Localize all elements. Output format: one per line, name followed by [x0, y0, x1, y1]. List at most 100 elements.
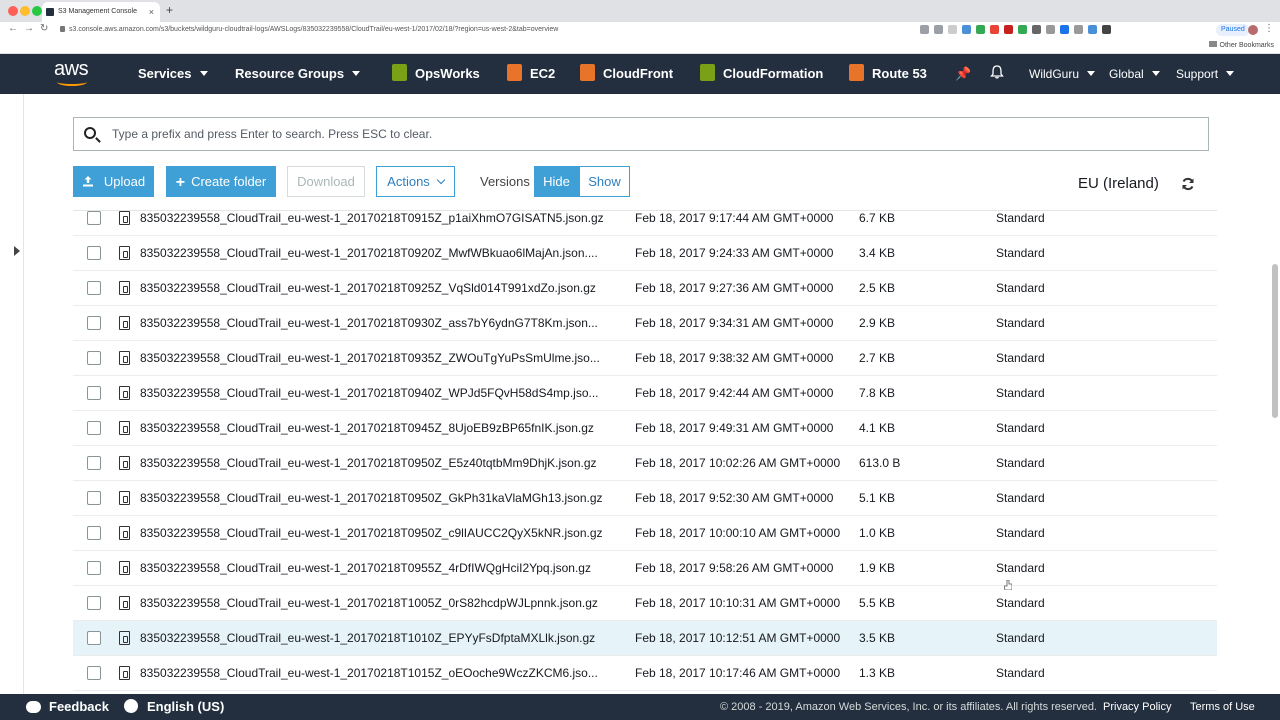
- object-row[interactable]: 835032239558_CloudTrail_eu-west-1_201702…: [73, 211, 1217, 236]
- row-checkbox[interactable]: [87, 666, 101, 680]
- new-tab-button[interactable]: +: [166, 3, 173, 17]
- object-row[interactable]: 835032239558_CloudTrail_eu-west-1_201702…: [73, 516, 1217, 551]
- actions-dropdown[interactable]: Actions: [376, 166, 455, 197]
- resource-groups-menu[interactable]: Resource Groups: [235, 54, 361, 94]
- object-row[interactable]: 835032239558_CloudTrail_eu-west-1_201702…: [73, 271, 1217, 306]
- minimize-window-button[interactable]: [20, 6, 30, 16]
- row-checkbox[interactable]: [87, 491, 101, 505]
- row-checkbox[interactable]: [87, 596, 101, 610]
- row-checkbox[interactable]: [87, 211, 101, 225]
- row-checkbox[interactable]: [87, 316, 101, 330]
- row-checkbox[interactable]: [87, 351, 101, 365]
- object-row[interactable]: 835032239558_CloudTrail_eu-west-1_201702…: [73, 481, 1217, 516]
- url-field[interactable]: s3.console.aws.amazon.com/s3/buckets/wil…: [60, 22, 558, 38]
- prefix-search-box[interactable]: [73, 117, 1209, 151]
- back-arrow-icon[interactable]: ←: [8, 23, 18, 34]
- shortcut-cloudfront[interactable]: CloudFront: [580, 54, 673, 94]
- object-row[interactable]: 835032239558_CloudTrail_eu-west-1_201702…: [73, 306, 1217, 341]
- extension-icon[interactable]: [1018, 25, 1027, 34]
- feedback-button[interactable]: Feedback: [26, 694, 109, 720]
- object-name-link[interactable]: 835032239558_CloudTrail_eu-west-1_201702…: [140, 656, 618, 691]
- close-window-button[interactable]: [8, 6, 18, 16]
- expand-panel-icon[interactable]: [14, 246, 20, 256]
- row-checkbox[interactable]: [87, 631, 101, 645]
- star-icon[interactable]: [934, 25, 943, 34]
- create-folder-button[interactable]: + Create folder: [166, 166, 276, 197]
- object-name-link[interactable]: 835032239558_CloudTrail_eu-west-1_201702…: [140, 516, 618, 551]
- extension-icon[interactable]: [1046, 25, 1055, 34]
- object-name-link[interactable]: 835032239558_CloudTrail_eu-west-1_201702…: [140, 211, 618, 236]
- shortcut-cloudformation[interactable]: CloudFormation: [700, 54, 823, 94]
- maximize-window-button[interactable]: [32, 6, 42, 16]
- extension-icon[interactable]: [976, 25, 985, 34]
- object-row[interactable]: 835032239558_CloudTrail_eu-west-1_201702…: [73, 621, 1217, 656]
- upload-button[interactable]: Upload: [73, 166, 154, 197]
- region-menu[interactable]: Global: [1109, 54, 1160, 94]
- browser-tab[interactable]: S3 Management Console ×: [42, 2, 160, 22]
- aws-logo[interactable]: aws: [54, 58, 92, 88]
- row-checkbox[interactable]: [87, 421, 101, 435]
- extension-icon[interactable]: [1060, 25, 1069, 34]
- object-name-link[interactable]: 835032239558_CloudTrail_eu-west-1_201702…: [140, 621, 618, 656]
- other-bookmarks[interactable]: Other Bookmarks: [1208, 41, 1274, 49]
- row-checkbox[interactable]: [87, 246, 101, 260]
- extension-icon[interactable]: [1032, 25, 1041, 34]
- object-row[interactable]: 835032239558_CloudTrail_eu-west-1_201702…: [73, 236, 1217, 271]
- object-name-link[interactable]: 835032239558_CloudTrail_eu-west-1_201702…: [140, 551, 618, 586]
- versions-show-toggle[interactable]: Show: [579, 166, 630, 197]
- object-name-link[interactable]: 835032239558_CloudTrail_eu-west-1_201702…: [140, 446, 618, 481]
- extension-icon[interactable]: [948, 25, 957, 34]
- chevron-down-icon: [436, 175, 446, 185]
- object-row[interactable]: 835032239558_CloudTrail_eu-west-1_201702…: [73, 551, 1217, 586]
- shortcut-ec2[interactable]: EC2: [507, 54, 555, 94]
- row-checkbox[interactable]: [87, 526, 101, 540]
- extension-icon[interactable]: [1074, 25, 1083, 34]
- forward-arrow-icon[interactable]: →: [24, 23, 34, 34]
- extension-icon[interactable]: [962, 25, 971, 34]
- object-name-link[interactable]: 835032239558_CloudTrail_eu-west-1_201702…: [140, 481, 618, 516]
- object-row[interactable]: 835032239558_CloudTrail_eu-west-1_201702…: [73, 341, 1217, 376]
- profile-avatar[interactable]: [1248, 25, 1258, 35]
- privacy-policy-link[interactable]: Privacy Policy: [1103, 694, 1171, 720]
- row-checkbox[interactable]: [87, 281, 101, 295]
- object-name-link[interactable]: 835032239558_CloudTrail_eu-west-1_201702…: [140, 376, 618, 411]
- object-row[interactable]: 835032239558_CloudTrail_eu-west-1_201702…: [73, 586, 1217, 621]
- account-menu[interactable]: WildGuru: [1029, 54, 1096, 94]
- bell-icon[interactable]: [990, 65, 1004, 79]
- support-menu[interactable]: Support: [1176, 54, 1235, 94]
- zoom-icon[interactable]: [920, 25, 929, 34]
- object-name-link[interactable]: 835032239558_CloudTrail_eu-west-1_201702…: [140, 236, 618, 271]
- browser-menu-icon[interactable]: ⋮: [1264, 23, 1274, 34]
- extension-icon[interactable]: [990, 25, 999, 34]
- search-input[interactable]: [112, 118, 1202, 150]
- object-row[interactable]: 835032239558_CloudTrail_eu-west-1_201702…: [73, 656, 1217, 691]
- terms-of-use-link[interactable]: Terms of Use: [1190, 694, 1255, 720]
- reload-icon[interactable]: ↻: [40, 23, 48, 34]
- services-menu[interactable]: Services: [138, 54, 208, 94]
- language-selector[interactable]: English (US): [124, 694, 224, 720]
- row-checkbox[interactable]: [87, 386, 101, 400]
- extension-icon[interactable]: [1102, 25, 1111, 34]
- object-name-link[interactable]: 835032239558_CloudTrail_eu-west-1_201702…: [140, 586, 618, 621]
- vertical-scrollbar[interactable]: [1272, 264, 1278, 418]
- row-checkbox[interactable]: [87, 456, 101, 470]
- refresh-icon[interactable]: [1181, 177, 1195, 191]
- pin-icon[interactable]: 📌: [955, 66, 971, 82]
- object-size: 613.0 B: [859, 456, 901, 470]
- object-row[interactable]: 835032239558_CloudTrail_eu-west-1_201702…: [73, 446, 1217, 481]
- download-button[interactable]: Download: [287, 166, 365, 197]
- profile-paused-badge[interactable]: Paused: [1216, 24, 1250, 36]
- object-row[interactable]: 835032239558_CloudTrail_eu-west-1_201702…: [73, 376, 1217, 411]
- extension-icon[interactable]: [1088, 25, 1097, 34]
- extension-icon[interactable]: [1004, 25, 1013, 34]
- shortcut-route53[interactable]: Route 53: [849, 54, 927, 94]
- row-checkbox[interactable]: [87, 561, 101, 575]
- versions-hide-toggle[interactable]: Hide: [534, 166, 579, 197]
- object-name-link[interactable]: 835032239558_CloudTrail_eu-west-1_201702…: [140, 411, 618, 446]
- object-name-link[interactable]: 835032239558_CloudTrail_eu-west-1_201702…: [140, 341, 618, 376]
- object-name-link[interactable]: 835032239558_CloudTrail_eu-west-1_201702…: [140, 306, 618, 341]
- close-tab-icon[interactable]: ×: [149, 2, 154, 22]
- shortcut-opsworks[interactable]: OpsWorks: [392, 54, 480, 94]
- object-row[interactable]: 835032239558_CloudTrail_eu-west-1_201702…: [73, 411, 1217, 446]
- object-name-link[interactable]: 835032239558_CloudTrail_eu-west-1_201702…: [140, 271, 618, 306]
